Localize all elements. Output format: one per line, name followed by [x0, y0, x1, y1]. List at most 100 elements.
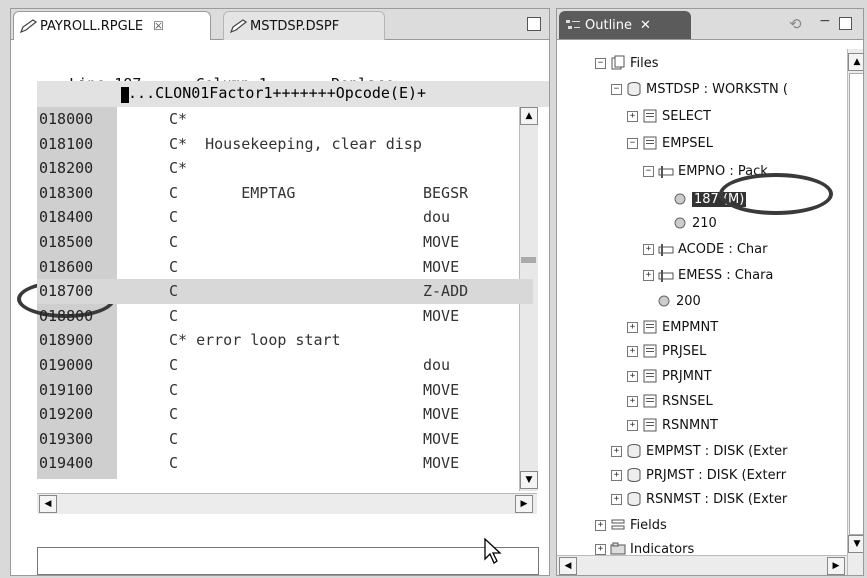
tree-node-label: ACODE : Char: [678, 241, 768, 257]
code-row[interactable]: 019300 C MOVE: [37, 427, 533, 452]
files-icon: [611, 55, 625, 70]
collapse-icon[interactable]: −: [595, 57, 606, 69]
text-cursor: [121, 87, 129, 103]
tree-node-label: Files: [630, 55, 659, 71]
maximize-icon[interactable]: [839, 17, 852, 30]
scroll-right-icon[interactable]: ▶: [827, 557, 845, 575]
editor-panel: PAYROLL.RPGLE ☒ MSTDSP.DSPF Line 187 Col…: [10, 8, 550, 576]
code-row[interactable]: 018800 C MOVE: [37, 304, 533, 329]
tree-node[interactable]: + ACODE : Char: [643, 239, 767, 259]
tree-node[interactable]: 210: [659, 213, 717, 233]
code-text: C: [169, 356, 179, 374]
opcode-text: MOVE: [423, 405, 460, 424]
tree-node[interactable]: + PRJMNT: [627, 366, 712, 386]
code-text: C: [169, 257, 179, 276]
code-text: C EMPTAG: [169, 183, 296, 202]
tree-node-label: Fields: [630, 517, 667, 533]
expand-icon[interactable]: +: [595, 543, 606, 555]
tree-node[interactable]: 200: [643, 291, 701, 311]
tab-mstdsp-dspf[interactable]: MSTDSP.DSPF: [223, 11, 385, 40]
sync-icon[interactable]: ⟲: [789, 15, 802, 33]
code-row[interactable]: 018500 C MOVE: [37, 230, 533, 255]
tab-label: MSTDSP.DSPF: [250, 18, 340, 34]
close-tab-icon[interactable]: ☒: [153, 19, 164, 33]
code-row[interactable]: 019100 C MOVE: [37, 378, 533, 403]
file-db-icon: [627, 444, 641, 458]
scroll-right-icon[interactable]: ▶: [515, 495, 533, 513]
code-row[interactable]: 018300 C EMPTAG BEGSR: [37, 181, 533, 206]
outline-horizontal-scrollbar[interactable]: ◀ ▶: [557, 555, 847, 575]
tree-node-label: PRJMST : DISK (Exterr: [646, 467, 787, 483]
outline-vertical-scrollbar[interactable]: ▲ ▼: [847, 49, 863, 575]
tree-node[interactable]: − EMPSEL: [627, 133, 713, 153]
code-row[interactable]: 018600 C MOVE: [37, 255, 533, 280]
expand-icon[interactable]: +: [627, 110, 638, 122]
scroll-up-icon[interactable]: ▲: [848, 53, 863, 71]
tab-payroll-rpgle[interactable]: PAYROLL.RPGLE ☒: [13, 11, 211, 40]
close-outline-icon[interactable]: ✕: [640, 18, 651, 33]
collapse-icon[interactable]: −: [611, 83, 622, 95]
code-text: C*: [169, 159, 188, 178]
tree-node[interactable]: + RSNSEL: [627, 391, 713, 411]
expand-icon[interactable]: +: [595, 519, 606, 531]
code-row[interactable]: 019000 Cdou: [37, 353, 533, 378]
expand-icon[interactable]: +: [627, 370, 638, 382]
expand-icon[interactable]: +: [611, 445, 622, 457]
code-row[interactable]: 018900 C* error loop start: [37, 328, 533, 353]
tree-node[interactable]: + EMPMST : DISK (Exter: [611, 441, 788, 461]
expand-icon[interactable]: +: [643, 269, 654, 281]
line-number: 018400: [39, 208, 94, 227]
code-row[interactable]: 018100 C* Housekeeping, clear disp: [37, 132, 533, 157]
tree-node-label: 210: [692, 215, 717, 231]
code-row[interactable]: 018000 C*: [37, 107, 533, 132]
tree-node-label: RSNMST : DISK (Exter: [646, 491, 788, 507]
code-text: C: [169, 405, 179, 424]
tree-node[interactable]: + SELECT: [627, 106, 711, 126]
tab-outline[interactable]: Outline ✕: [559, 11, 691, 39]
code-text: C: [169, 208, 179, 227]
collapse-icon[interactable]: −: [643, 165, 654, 177]
ruler-text: ....CLON01Factor1+++++++Opcode(E)+: [119, 84, 427, 102]
minimize-icon[interactable]: −: [819, 13, 831, 29]
collapse-icon[interactable]: −: [627, 137, 638, 149]
record-icon: [643, 344, 657, 358]
command-input[interactable]: [37, 547, 539, 575]
tree-node[interactable]: − MSTDSP : WORKSTN (: [611, 79, 788, 99]
tree-node[interactable]: + RSNMST : DISK (Exter: [611, 489, 787, 509]
tree-node-label: RSNMNT: [662, 417, 718, 433]
scroll-down-icon[interactable]: ▼: [848, 535, 863, 553]
horizontal-scrollbar[interactable]: ◀ ▶: [37, 493, 537, 514]
line-number: 019300: [39, 429, 94, 448]
code-row[interactable]: 018400 Cdou: [37, 205, 533, 230]
expand-icon[interactable]: +: [627, 345, 638, 357]
tree-node[interactable]: + RSNMNT: [627, 415, 718, 435]
record-icon: [643, 136, 657, 150]
expand-icon[interactable]: +: [627, 419, 638, 431]
tree-node[interactable]: + PRJMST : DISK (Exterr: [611, 465, 786, 485]
code-text: C: [169, 380, 179, 399]
maximize-icon[interactable]: [527, 17, 541, 31]
scroll-left-icon[interactable]: ◀: [559, 557, 577, 575]
tree-node[interactable]: + Fields: [595, 515, 667, 535]
code-row[interactable]: 018700 C Z-ADD: [37, 279, 533, 305]
tree-node[interactable]: + EMPMNT: [627, 317, 718, 337]
scroll-thumb[interactable]: [849, 73, 863, 535]
line-number: 018700: [39, 282, 94, 301]
scroll-left-icon[interactable]: ◀: [39, 495, 57, 513]
tree-node-label: PRJSEL: [662, 343, 707, 359]
expand-icon[interactable]: +: [627, 321, 638, 333]
tree-node[interactable]: − Files: [595, 53, 659, 73]
expand-icon[interactable]: +: [627, 395, 638, 407]
expand-icon[interactable]: +: [611, 469, 622, 481]
tree-node[interactable]: + EMESS : Chara: [643, 265, 773, 285]
code-row[interactable]: 018200 C*: [37, 156, 533, 181]
line-number: 019400: [39, 454, 94, 473]
expand-icon[interactable]: +: [611, 493, 622, 505]
code-row[interactable]: 019400 C MOVE: [37, 451, 533, 476]
outline-icon: [566, 20, 580, 29]
tree-node-label: MSTDSP : WORKSTN (: [646, 81, 788, 97]
expand-icon[interactable]: +: [643, 243, 654, 255]
tree-node[interactable]: + PRJSEL: [627, 341, 706, 361]
code-row[interactable]: 019200 C MOVE: [37, 402, 533, 427]
